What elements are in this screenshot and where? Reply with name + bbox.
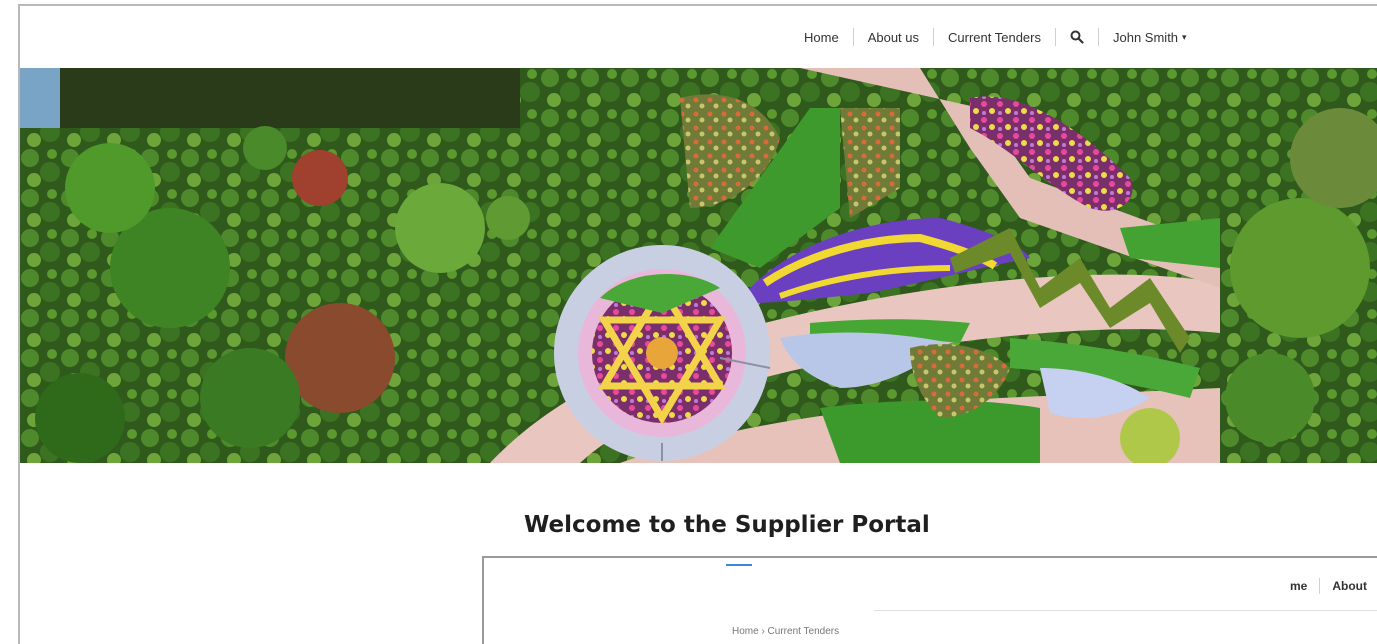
inner-nav-about[interactable]: About: [1332, 579, 1367, 593]
page-title: Welcome to the Supplier Portal: [524, 512, 930, 538]
search-icon: [1070, 30, 1084, 44]
breadcrumb: Home › Current Tenders: [732, 626, 840, 637]
inner-nav: me About: [1290, 578, 1367, 594]
hero-banner-image: [20, 68, 1377, 463]
search-button[interactable]: [1056, 30, 1098, 44]
nav-current-tenders[interactable]: Current Tenders: [934, 30, 1055, 45]
chevron-down-icon: ▾: [1182, 31, 1187, 42]
user-name: John Smith: [1113, 29, 1179, 45]
nav-about-us[interactable]: About us: [854, 30, 933, 45]
inner-nav-home[interactable]: me: [1290, 579, 1307, 593]
header-bar: Home About us Current Tenders John Smith…: [20, 6, 1377, 68]
main-nav: Home About us Current Tenders John Smith…: [790, 28, 1201, 46]
user-menu[interactable]: John Smith ▾: [1099, 30, 1201, 45]
nav-divider: [1319, 578, 1321, 594]
nav-home[interactable]: Home: [790, 30, 853, 45]
divider-line: [874, 610, 1377, 611]
browser-frame: Home About us Current Tenders John Smith…: [18, 4, 1377, 644]
accent-mark: [726, 564, 752, 566]
